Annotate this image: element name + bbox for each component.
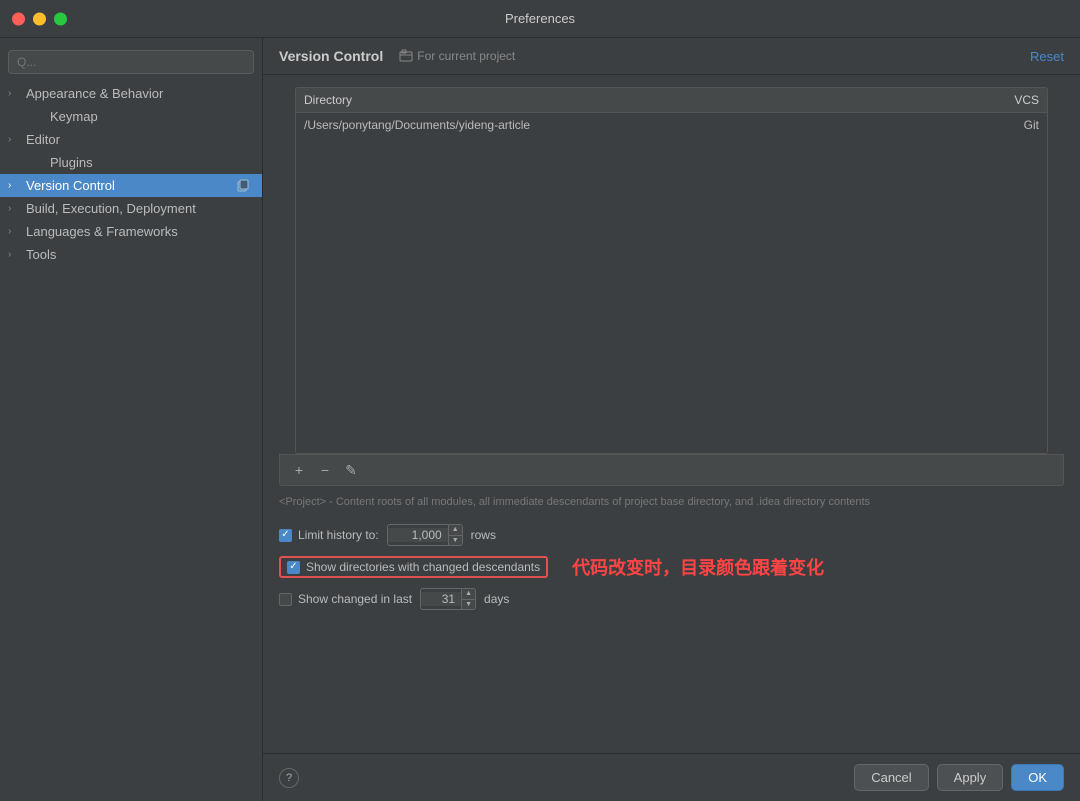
sidebar-item-label: Version Control: [26, 178, 230, 193]
highlighted-option: Show directories with changed descendant…: [279, 556, 548, 578]
limit-history-checkbox[interactable]: [279, 529, 292, 542]
spinner2: ▲ ▼: [461, 588, 475, 610]
arrow-icon: ›: [8, 180, 20, 191]
arrow-icon: ›: [8, 88, 20, 99]
sidebar-item-label: Tools: [26, 247, 250, 262]
arrow-icon: ›: [8, 134, 20, 145]
spinner2-up[interactable]: ▲: [462, 588, 475, 599]
arrow-icon: ›: [8, 226, 20, 237]
sidebar-item-appearance[interactable]: › Appearance & Behavior: [0, 82, 262, 105]
show-in-last-suffix: days: [484, 592, 509, 606]
minimize-button[interactable]: [33, 12, 46, 25]
hint-text: <Project> - Content roots of all modules…: [263, 492, 1080, 512]
toolbar-row: + − ✎: [279, 454, 1064, 486]
sidebar-item-plugins[interactable]: Plugins: [0, 151, 262, 174]
project-icon: [399, 49, 413, 63]
sidebar-item-tools[interactable]: › Tools: [0, 243, 262, 266]
sidebar-item-editor[interactable]: › Editor: [0, 128, 262, 151]
content-area: Version Control For current project Rese…: [263, 38, 1080, 801]
help-button[interactable]: ?: [279, 768, 299, 788]
content-header: Version Control For current project Rese…: [263, 38, 1080, 75]
maximize-button[interactable]: [54, 12, 67, 25]
directory-cell: /Users/ponytang/Documents/yideng-article: [304, 118, 959, 132]
sidebar-item-build[interactable]: › Build, Execution, Deployment: [0, 197, 262, 220]
sidebar-item-label: Editor: [26, 132, 250, 147]
limit-history-input[interactable]: [388, 528, 448, 542]
edit-button[interactable]: ✎: [340, 459, 362, 481]
limit-history-label: Limit history to:: [298, 528, 379, 542]
limit-history-input-wrapper: ▲ ▼: [387, 524, 463, 546]
footer: ? Cancel Apply OK: [263, 753, 1080, 801]
reset-button[interactable]: Reset: [1030, 49, 1064, 64]
main-container: › Appearance & Behavior Keymap › Editor …: [0, 38, 1080, 801]
spinner2-down[interactable]: ▼: [462, 600, 475, 611]
show-changed-label: Show directories with changed descendant…: [306, 560, 540, 574]
copy-icon: [236, 179, 250, 193]
show-changed-option: Show directories with changed descendant…: [279, 554, 1064, 580]
vcs-cell: Git: [959, 118, 1039, 132]
limit-history-option: Limit history to: ▲ ▼ rows: [279, 524, 1064, 546]
sidebar-item-label: Appearance & Behavior: [26, 86, 250, 101]
vcs-table: Directory VCS /Users/ponytang/Documents/…: [295, 87, 1048, 454]
sidebar-item-keymap[interactable]: Keymap: [0, 105, 262, 128]
show-in-last-checkbox[interactable]: [279, 593, 292, 606]
table-row[interactable]: /Users/ponytang/Documents/yideng-article…: [296, 113, 1047, 137]
spinner-up[interactable]: ▲: [449, 524, 462, 535]
close-button[interactable]: [12, 12, 25, 25]
show-in-last-checkbox-wrapper: Show changed in last: [279, 592, 412, 606]
sidebar: › Appearance & Behavior Keymap › Editor …: [0, 38, 263, 801]
col-vcs-header: VCS: [959, 93, 1039, 107]
remove-button[interactable]: −: [314, 459, 336, 481]
annotation-text: 代码改变时，目录颜色跟着变化: [572, 554, 824, 580]
sidebar-item-label: Keymap: [50, 109, 250, 124]
ok-button[interactable]: OK: [1011, 764, 1064, 791]
apply-button[interactable]: Apply: [937, 764, 1004, 791]
window-title: Preferences: [505, 11, 575, 26]
limit-history-suffix: rows: [471, 528, 496, 542]
vcs-table-body: /Users/ponytang/Documents/yideng-article…: [296, 113, 1047, 453]
subtitle-text: For current project: [417, 49, 515, 63]
sidebar-item-languages[interactable]: › Languages & Frameworks: [0, 220, 262, 243]
cancel-button[interactable]: Cancel: [854, 764, 928, 791]
sidebar-item-label: Plugins: [50, 155, 250, 170]
spinner: ▲ ▼: [448, 524, 462, 546]
page-title: Version Control: [279, 48, 383, 64]
add-button[interactable]: +: [288, 459, 310, 481]
arrow-icon: ›: [8, 249, 20, 260]
show-changed-checkbox[interactable]: [287, 561, 300, 574]
col-directory-header: Directory: [304, 93, 959, 107]
vcs-table-header: Directory VCS: [296, 88, 1047, 113]
sidebar-item-version-control[interactable]: › Version Control: [0, 174, 262, 197]
show-in-last-option: Show changed in last ▲ ▼ days: [279, 588, 1064, 610]
traffic-lights: [12, 12, 67, 25]
sidebar-item-label: Build, Execution, Deployment: [26, 201, 250, 216]
arrow-icon: ›: [8, 203, 20, 214]
spinner-down[interactable]: ▼: [449, 536, 462, 547]
footer-left: ?: [279, 768, 299, 788]
show-in-last-label: Show changed in last: [298, 592, 412, 606]
footer-right: Cancel Apply OK: [854, 764, 1064, 791]
show-in-last-input-wrapper: ▲ ▼: [420, 588, 476, 610]
options-area: Limit history to: ▲ ▼ rows S: [263, 516, 1080, 618]
content-subtitle: For current project: [399, 49, 515, 63]
title-bar: Preferences: [0, 0, 1080, 38]
show-changed-checkbox-wrapper: Show directories with changed descendant…: [287, 560, 540, 574]
search-input[interactable]: [8, 50, 254, 74]
limit-history-checkbox-wrapper: Limit history to:: [279, 528, 379, 542]
sidebar-item-label: Languages & Frameworks: [26, 224, 250, 239]
show-in-last-input[interactable]: [421, 592, 461, 606]
